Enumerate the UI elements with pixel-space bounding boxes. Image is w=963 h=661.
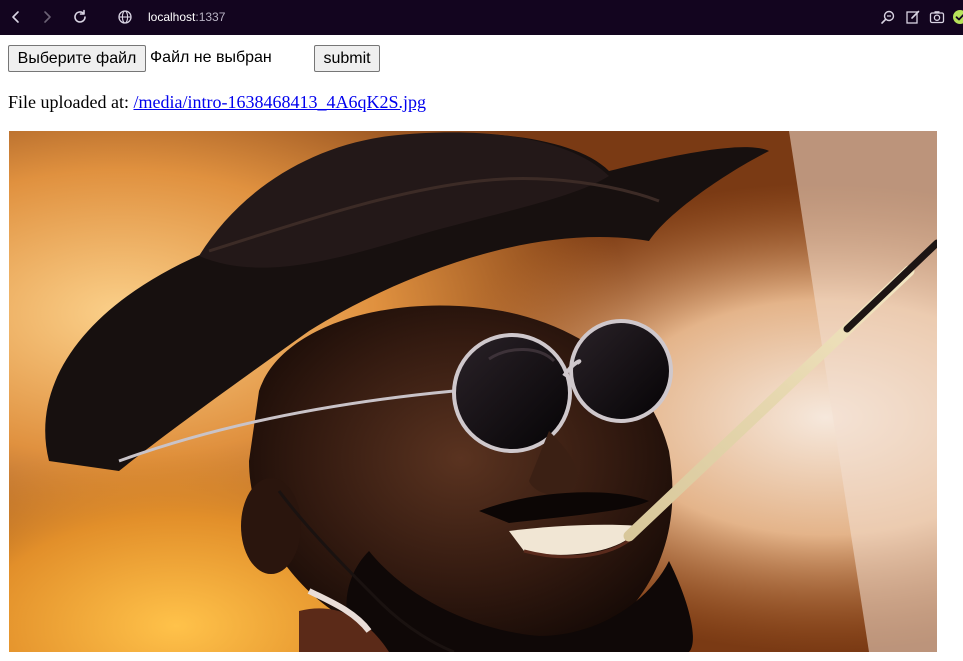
uploaded-file-link[interactable]: /media/intro-1638468413_4A6qK2S.jpg <box>133 92 425 112</box>
address-bar[interactable]: localhost:1337 <box>148 9 225 25</box>
back-arrow-icon[interactable] <box>6 7 26 27</box>
url-host: localhost <box>148 10 196 24</box>
uploaded-image <box>9 131 937 652</box>
submit-button[interactable]: submit <box>314 45 380 72</box>
globe-icon[interactable] <box>115 7 135 27</box>
url-port: :1337 <box>195 10 226 24</box>
camera-icon[interactable] <box>929 9 945 25</box>
forward-arrow-icon[interactable] <box>37 7 57 27</box>
reload-icon[interactable] <box>70 7 90 27</box>
upload-result: File uploaded at: /media/intro-163846841… <box>8 91 426 113</box>
choose-file-button[interactable]: Выберите файл <box>8 45 146 72</box>
no-file-selected-text: Файл не выбран <box>150 49 272 66</box>
browser-toolbar: localhost:1337 <box>0 0 963 35</box>
edit-icon[interactable] <box>905 9 921 25</box>
shield-check-icon[interactable] <box>952 9 963 25</box>
zoom-icon[interactable] <box>880 9 896 25</box>
upload-result-label: File uploaded at: <box>8 92 129 112</box>
